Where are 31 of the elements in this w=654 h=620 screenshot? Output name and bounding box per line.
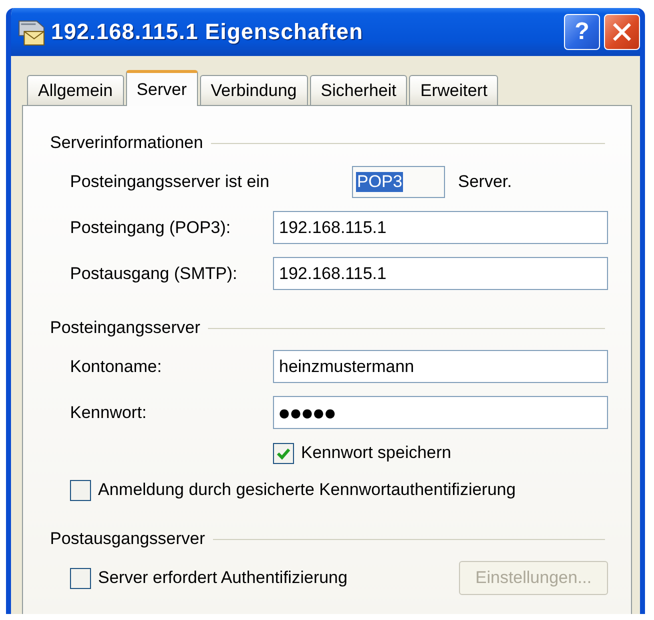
text-field[interactable]: heinzmustermann xyxy=(273,350,608,383)
group-title: Serverinformationen xyxy=(50,133,204,153)
tab[interactable]: Server xyxy=(126,70,198,106)
window-title: 192.168.115.1 Eigenschaften xyxy=(51,19,364,45)
close-icon xyxy=(613,23,631,41)
text-field[interactable]: 192.168.115.1 xyxy=(273,211,608,244)
field-label: Posteingangsserver ist ein xyxy=(70,172,270,192)
text-field[interactable]: 192.168.115.1 xyxy=(273,257,608,290)
checkbox[interactable] xyxy=(70,568,91,588)
field-suffix: Server. xyxy=(458,172,512,192)
tab[interactable]: Sicherheit xyxy=(310,75,408,105)
password-field[interactable]: ●●●●● xyxy=(273,396,608,429)
checkbox[interactable] xyxy=(70,480,91,500)
selected-text: POP3 xyxy=(356,172,404,192)
field-label: Posteingang (POP3): xyxy=(70,218,232,238)
group-title: Posteingangsserver xyxy=(50,318,200,338)
tab[interactable]: Allgemein xyxy=(27,75,124,105)
tab[interactable]: Erweitert xyxy=(409,75,498,105)
tab[interactable]: Verbindung xyxy=(200,75,308,105)
close-button[interactable] xyxy=(604,14,640,50)
help-button[interactable]: ? xyxy=(564,14,600,50)
field-label: Kennwort: xyxy=(70,402,148,422)
field-label: Kontoname: xyxy=(70,356,163,376)
checkbox-label: Kennwort speichern xyxy=(301,443,452,463)
computer-envelope-icon xyxy=(18,18,45,46)
field-label: Postausgang (SMTP): xyxy=(70,264,238,284)
checkbox-label: Anmeldung durch gesicherte Kennwortauthentifizierung xyxy=(98,480,516,500)
checkbox-label: Server erfordert Authentifizierung xyxy=(98,568,348,588)
group-title: Postausgangsserver xyxy=(50,529,205,549)
checkbox[interactable] xyxy=(273,442,294,464)
server-type-field[interactable]: POP3 xyxy=(352,166,445,198)
